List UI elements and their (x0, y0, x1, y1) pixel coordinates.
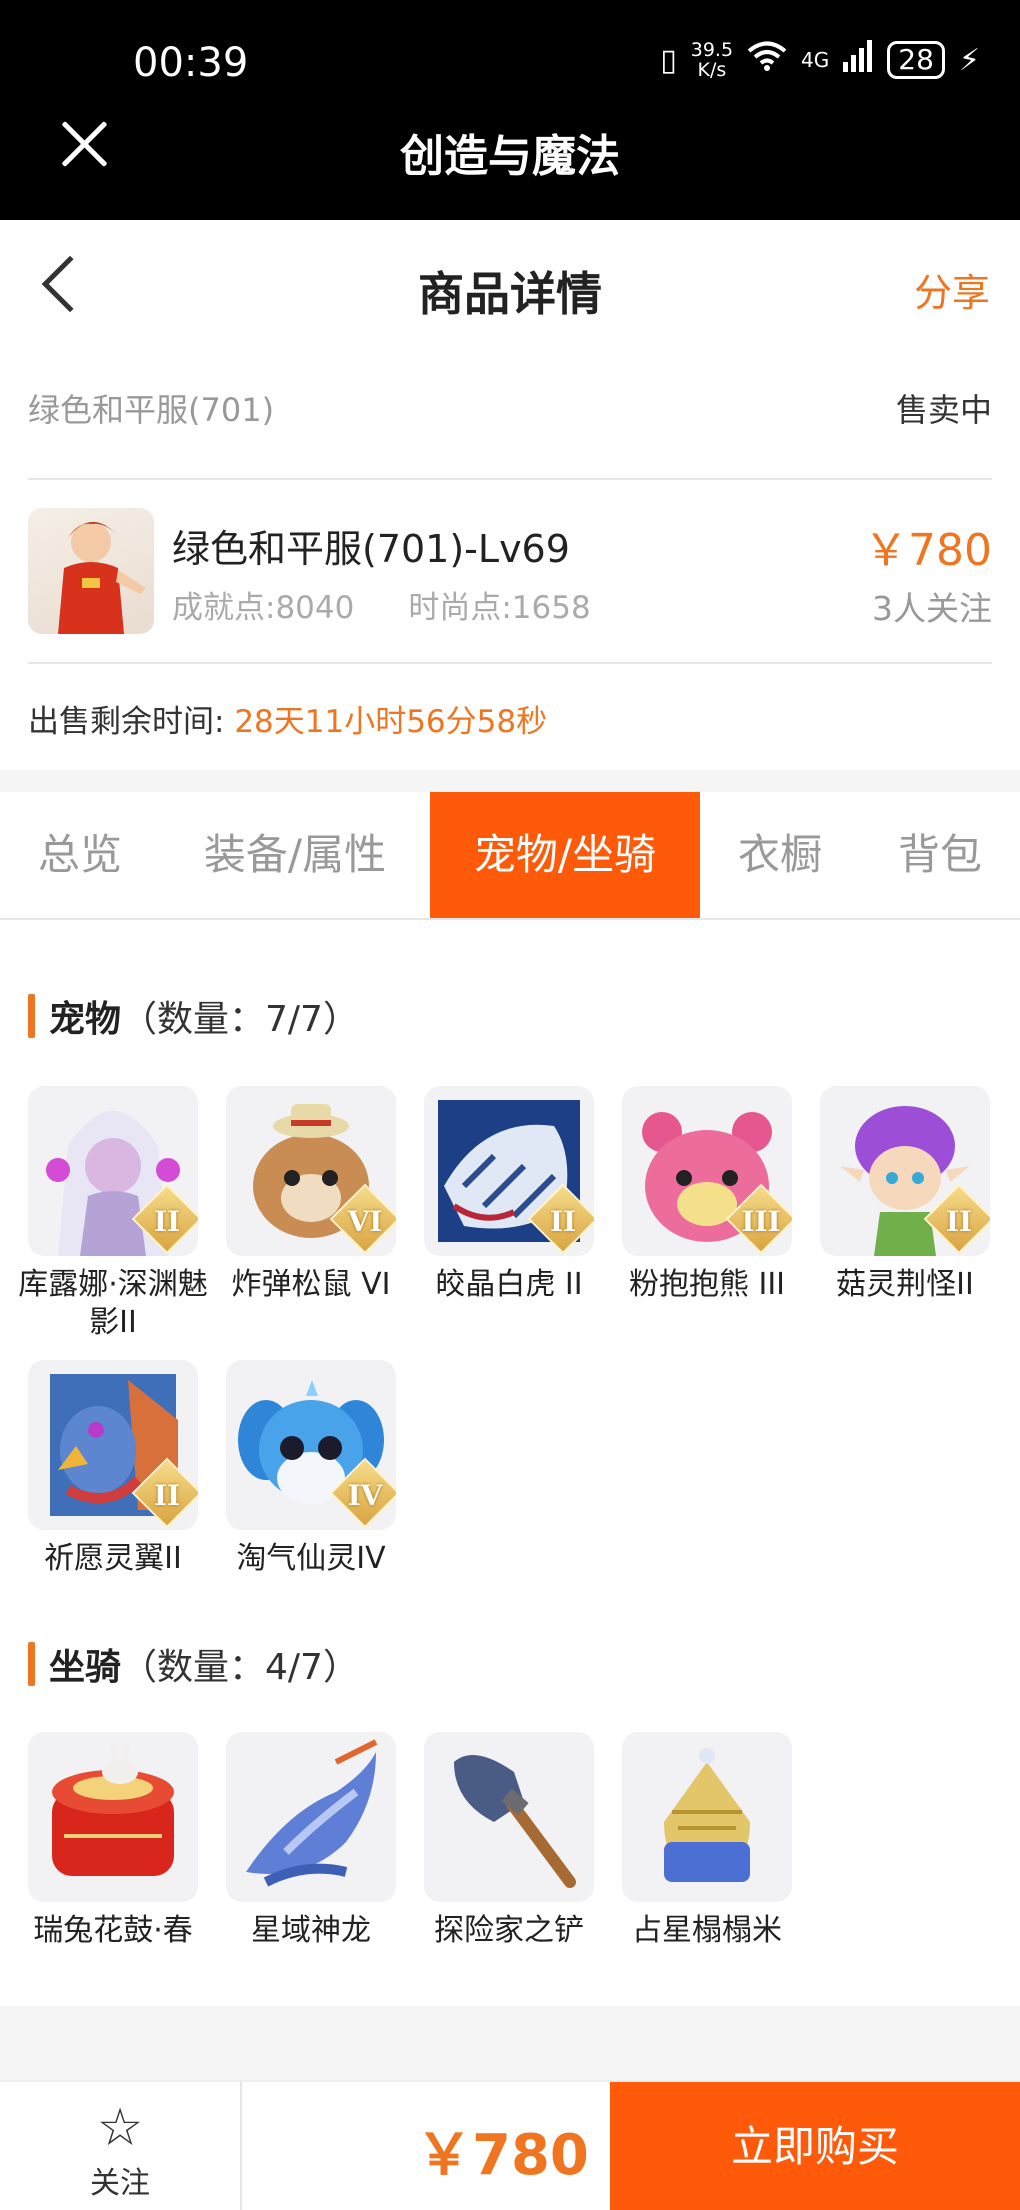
pet-name: 库露娜·深渊魅影II (18, 1267, 208, 1340)
item-price: ￥780 (864, 525, 992, 576)
server-row: 绿色和平服(701) 售卖中 (28, 385, 992, 431)
pet-image: II (28, 1086, 198, 1256)
pet-name: 祈愿灵翼II (44, 1541, 182, 1576)
pet-name: 粉抱抱熊 III (628, 1267, 786, 1302)
timer-label: 出售剩余时间: (28, 704, 225, 740)
pet-image: VI (226, 1086, 396, 1256)
sale-status: 售卖中 (895, 391, 992, 429)
bottom-bar: ☆ 关注 ￥780 立即购买 (0, 2080, 1020, 2210)
sale-timer: 出售剩余时间: 28天11小时56分58秒 (28, 696, 547, 741)
pet-image: II (820, 1086, 990, 1256)
pet-name: 炸弹松鼠 VI (231, 1267, 391, 1302)
pet-card[interactable]: IV 淘气仙灵IV (226, 1360, 396, 1578)
pet-image: II (28, 1360, 198, 1530)
tab-pets-mounts[interactable]: 宠物/坐骑 (430, 792, 700, 918)
pet-name: 淘气仙灵IV (236, 1541, 386, 1576)
app-title: 创造与魔法 (400, 131, 620, 182)
mount-image (424, 1732, 594, 1902)
page-header: 商品详情 分享 (0, 220, 1020, 350)
pet-card[interactable]: II 祈愿灵翼II (28, 1360, 198, 1578)
follower-count: 3人关注 (872, 589, 992, 628)
share-button[interactable]: 分享 (914, 262, 990, 317)
pet-name: 皎晶白虎 II (435, 1267, 583, 1302)
server-name: 绿色和平服(701) (28, 391, 275, 429)
mount-card[interactable]: 瑞兔花鼓·春 (28, 1732, 198, 1950)
pets-count: （数量：7/7） (121, 999, 359, 1040)
item-stats: 成就点:8040 时尚点:1658 (172, 582, 591, 627)
mount-card[interactable]: 探险家之铲 (424, 1732, 594, 1950)
section-accent (28, 994, 35, 1038)
divider (28, 478, 992, 480)
buy-now-button[interactable]: 立即购买 (610, 2082, 1020, 2210)
pets-section-header: 宠物 （数量：7/7） (28, 990, 359, 1042)
mount-name: 瑞兔花鼓·春 (33, 1913, 193, 1948)
status-icons: ▯ 39.5 K/s 4G 28 ⚡ (660, 40, 980, 80)
page: 00:39 ▯ 39.5 K/s 4G 28 ⚡ 创造与魔法 商品详情 分享 绿… (0, 0, 1020, 2210)
signal-icon (843, 40, 873, 80)
grade-badge-text: II (945, 1205, 973, 1238)
mount-name: 占星榻榻米 (632, 1913, 782, 1948)
pet-card[interactable]: II 菇灵荆怪II (820, 1086, 990, 1304)
achievement-points: 成就点:8040 (172, 590, 355, 626)
mount-image (28, 1732, 198, 1902)
bottom-price: ￥780 (416, 2123, 589, 2188)
net-speed-unit: K/s (697, 59, 727, 81)
fashion-points: 时尚点:1658 (408, 590, 591, 626)
pets-title: 宠物 (49, 999, 122, 1040)
mounts-count: （数量：4/7） (121, 1647, 359, 1688)
divider (28, 662, 992, 664)
mounts-section-header: 坐骑 （数量：4/7） (28, 1638, 359, 1690)
pet-image: III (622, 1086, 792, 1256)
mount-name: 探险家之铲 (434, 1913, 584, 1948)
grade-badge-text: VI (347, 1205, 383, 1238)
mount-card[interactable]: 星域神龙 (226, 1732, 396, 1950)
tab-wardrobe[interactable]: 衣橱 (700, 792, 860, 918)
vibrate-icon: ▯ (660, 42, 677, 78)
pet-card[interactable]: II 库露娜·深渊魅影II (18, 1086, 208, 1342)
mount-card[interactable]: 占星榻榻米 (622, 1732, 792, 1950)
grade-badge-text: III (741, 1205, 781, 1238)
pet-card[interactable]: III 粉抱抱熊 III (622, 1086, 792, 1304)
charging-icon: ⚡ (958, 42, 980, 78)
timer-value: 28天11小时56分58秒 (234, 704, 548, 740)
grade-badge-text: II (153, 1205, 181, 1238)
grade-badge-text: II (153, 1479, 181, 1512)
pet-image: II (424, 1086, 594, 1256)
mount-name: 星域神龙 (251, 1913, 371, 1948)
pet-name: 菇灵荆怪II (836, 1267, 974, 1302)
net-speed: 39.5 K/s (691, 40, 733, 80)
section-gap (0, 770, 1020, 792)
net-speed-value: 39.5 (690, 39, 734, 61)
follow-button[interactable]: ☆ 关注 (0, 2082, 242, 2210)
tab-overview[interactable]: 总览 (0, 792, 160, 918)
section-gap (0, 2006, 1020, 2080)
tab-equipment[interactable]: 装备/属性 (160, 792, 430, 918)
battery-indicator: 28 (887, 41, 945, 79)
wifi-icon (747, 40, 787, 80)
tab-backpack[interactable]: 背包 (860, 792, 1020, 918)
mount-image (226, 1732, 396, 1902)
pet-card[interactable]: VI 炸弹松鼠 VI (226, 1086, 396, 1304)
grade-badge-text: IV (347, 1479, 383, 1512)
section-accent (28, 1642, 35, 1686)
pet-image: IV (226, 1360, 396, 1530)
star-icon: ☆ (96, 2098, 144, 2158)
mount-image (622, 1732, 792, 1902)
page-title: 商品详情 (418, 267, 602, 321)
mounts-title: 坐骑 (49, 1647, 122, 1688)
character-avatar (28, 508, 154, 634)
tab-bar: 总览 装备/属性 宠物/坐骑 衣橱 背包 (0, 792, 1020, 920)
network-type: 4G (801, 48, 830, 72)
top-bar: 00:39 ▯ 39.5 K/s 4G 28 ⚡ 创造与魔法 (0, 0, 1020, 220)
follow-label: 关注 (90, 2166, 150, 2201)
grade-badge-text: II (549, 1205, 577, 1238)
item-name: 绿色和平服(701)-Lv69 (172, 527, 570, 571)
pet-card[interactable]: II 皎晶白虎 II (424, 1086, 594, 1304)
status-time: 00:39 (133, 40, 249, 86)
